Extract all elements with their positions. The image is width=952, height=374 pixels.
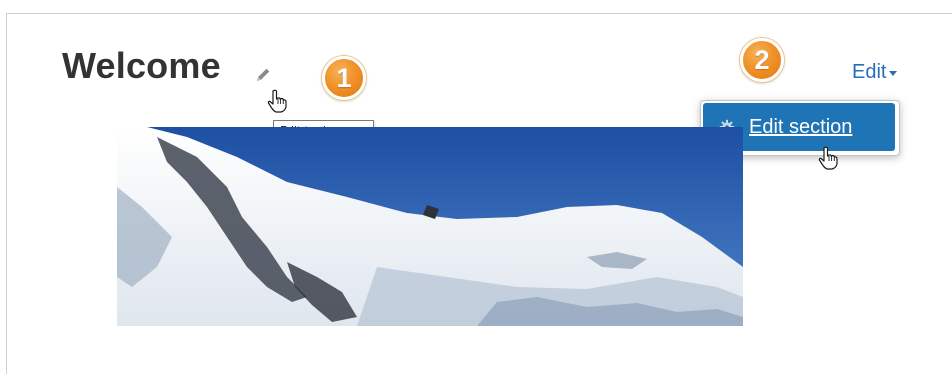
hand-cursor-icon — [818, 146, 838, 170]
menu-item-label: Edit section — [749, 115, 853, 138]
pencil-edit-icon[interactable] — [254, 66, 272, 84]
section-title: Welcome — [62, 45, 221, 86]
hand-cursor-icon — [267, 89, 287, 113]
edit-menu-trigger[interactable]: Edit — [852, 61, 898, 84]
step-2-callout-badge: 2 — [740, 38, 784, 82]
step-1-callout-badge: 1 — [322, 56, 366, 100]
edit-menu-label: Edit — [852, 61, 887, 83]
caret-down-icon — [889, 71, 898, 76]
mountain-banner-image — [117, 127, 743, 326]
